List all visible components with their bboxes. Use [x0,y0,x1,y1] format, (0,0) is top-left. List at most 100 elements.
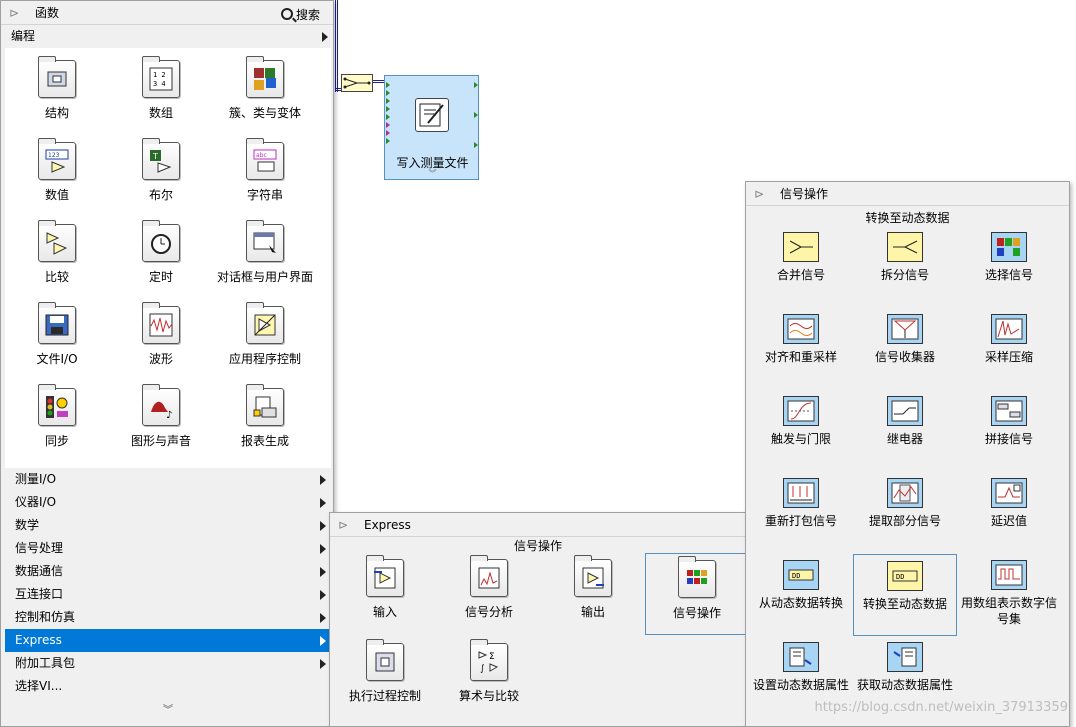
express-item-label: 执行过程控制 [348,689,421,703]
terminal[interactable] [386,98,390,104]
signal-item[interactable]: 延迟值 [957,478,1061,529]
function-item-label: 比较 [44,270,69,284]
category-item[interactable]: 仪器I/O [5,491,331,514]
terminal[interactable] [474,142,478,148]
function-item[interactable]: 报表生成 [213,384,317,449]
function-item[interactable]: abc 字符串 [213,138,317,203]
terminal[interactable] [386,82,390,88]
express-item[interactable]: 输入 [333,553,437,620]
function-item[interactable]: T 布尔 [109,138,213,203]
pin-icon[interactable]: ⊳ [338,517,354,533]
signal-item[interactable]: 设置动态数据属性 [749,642,853,693]
terminal[interactable] [386,122,390,128]
comparison-icon [38,220,76,262]
trigger-gate-icon [783,396,819,426]
terminal[interactable] [386,106,390,112]
function-item[interactable]: 应用程序控制 [213,302,317,367]
express-item[interactable]: 信号操作 [645,553,749,635]
input-icon [366,555,404,597]
function-item-label: 对话框与用户界面 [216,270,313,284]
signal-item[interactable]: 获取动态数据属性 [853,642,957,693]
function-item[interactable]: 簇、类与变体 [213,56,317,121]
svg-text:T: T [152,152,158,161]
signal-item[interactable]: DD 转换至动态数据 [853,554,957,636]
function-item[interactable]: 波形 [109,302,213,367]
merge-glyph-icon [343,77,371,89]
svg-text:Σ: Σ [489,652,495,662]
signal-item[interactable]: 信号收集器 [853,314,957,365]
function-item[interactable]: 123 数值 [5,138,109,203]
signal-item[interactable]: 用数组表示数字信号集 [957,560,1061,627]
express-item[interactable]: Σ ∫ 算术与比较 [437,637,541,704]
category-item[interactable]: Express [5,629,331,652]
palette-header: ⊳ 信号操作 [746,182,1069,206]
terminal[interactable] [386,90,390,96]
function-item[interactable]: 1 23 4 数组 [109,56,213,121]
function-item-label: 数值 [44,188,69,202]
timing-icon [142,220,180,262]
expand-chevron-icon[interactable]: ︾ [385,168,480,179]
signal-item[interactable]: 拆分信号 [853,232,957,283]
function-item[interactable]: 对话框与用户界面 [213,220,317,285]
merge-signals-node[interactable] [341,74,373,92]
category-item[interactable]: 信号处理 [5,537,331,560]
relay-icon [887,396,923,426]
category-item[interactable]: 数学 [5,514,331,537]
signal-item-label: 转换至动态数据 [862,597,947,611]
terminal[interactable] [386,138,390,144]
submenu-arrow-icon [320,521,326,531]
express-item[interactable]: 信号分析 [437,553,541,620]
category-item[interactable]: 附加工具包 [5,652,331,675]
function-item[interactable]: 比较 [5,220,109,285]
submenu-arrow-icon [320,498,326,508]
function-item[interactable]: 同步 [5,384,109,449]
write-measurement-file-node[interactable]: 写入测量文件 ︾ [384,75,479,180]
from-dynamic-data-icon: DD [783,560,819,590]
express-item[interactable]: 执行过程控制 [333,637,437,704]
express-item-label: 输出 [580,605,605,619]
category-label: 信号处理 [15,541,64,555]
category-item[interactable]: 互连接口 [5,583,331,606]
express-item[interactable]: 输出 [541,553,645,620]
search-button[interactable]: 搜索 [281,5,329,23]
category-label: 数学 [15,518,40,532]
signal-item[interactable]: 拼接信号 [957,396,1061,447]
terminal[interactable] [386,114,390,120]
category-item[interactable]: 控制和仿真 [5,606,331,629]
function-item[interactable]: 文件I/O [5,302,109,367]
signal-item[interactable]: 合并信号 [749,232,853,283]
more-chevron-icon[interactable]: ︾ [1,701,335,716]
signal-item[interactable]: 重新打包信号 [749,478,853,529]
signal-item[interactable]: 触发与门限 [749,396,853,447]
category-programming[interactable]: 编程 [1,25,333,48]
function-item-label: 同步 [44,434,69,448]
pin-icon[interactable]: ⊳ [754,186,770,202]
function-item[interactable]: 定时 [109,220,213,285]
function-item-label: 图形与声音 [130,434,191,448]
category-item[interactable]: 测量I/O [5,468,331,491]
exec-control-icon [366,639,404,681]
function-item[interactable]: 结构 [5,56,109,121]
category-item[interactable]: 数据通信 [5,560,331,583]
signal-item-label: 延迟值 [990,514,1027,528]
align-resample-icon [783,314,819,344]
output-icon [574,555,612,597]
terminal[interactable] [474,82,478,88]
signal-item[interactable]: 继电器 [853,396,957,447]
function-item[interactable]: ♪ 图形与声音 [109,384,213,449]
signal-item[interactable]: 对齐和重采样 [749,314,853,365]
terminal[interactable] [474,112,478,118]
signal-item[interactable]: DD 从动态数据转换 [749,560,853,611]
category-label: 附加工具包 [15,656,76,670]
signal-item[interactable]: 提取部分信号 [853,478,957,529]
file-io-icon [38,302,76,344]
pin-icon[interactable]: ⊳ [9,5,25,21]
signal-item[interactable]: 选择信号 [957,232,1061,283]
category-item[interactable]: 选择VI... [5,675,331,698]
function-item-label: 文件I/O [36,352,78,366]
signal-item[interactable]: 采样压缩 [957,314,1061,365]
graphics-sound-icon: ♪ [142,384,180,426]
terminal[interactable] [386,130,390,136]
palette-header: ⊳ 函数 搜索 [1,1,333,25]
category-label: 测量I/O [15,472,57,486]
